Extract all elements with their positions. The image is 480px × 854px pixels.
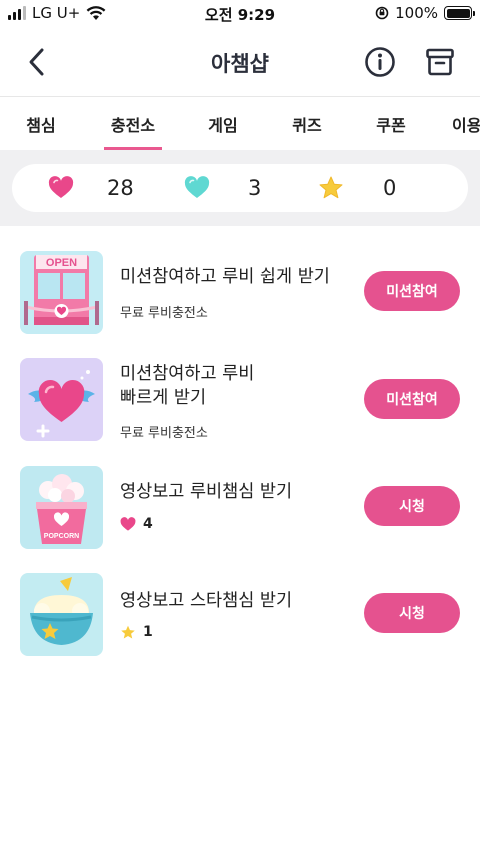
popcorn-label: POPCORN: [44, 533, 79, 540]
tab-game[interactable]: 게임: [194, 97, 252, 150]
tab-label: 게임: [208, 116, 238, 135]
tab-coupon[interactable]: 쿠폰: [362, 97, 420, 150]
storage-box-button[interactable]: [422, 44, 458, 80]
ruby-count: 28: [107, 176, 134, 200]
open-sign-text: OPEN: [46, 257, 77, 269]
archive-box-icon: [426, 48, 454, 76]
item-subtitle: 무료 루비충전소: [120, 426, 208, 441]
tab-charging-station[interactable]: 충전소: [104, 97, 162, 150]
item-title: 영상보고 루비챔심 받기: [120, 482, 293, 502]
reward: 4: [120, 516, 153, 532]
rotation-lock-icon: [375, 6, 389, 20]
mission-join-button[interactable]: 미션참여: [364, 271, 460, 311]
header: 아챔샵: [0, 28, 480, 96]
winged-heart-icon: [20, 358, 103, 441]
tab-usage[interactable]: 이용: [452, 97, 480, 150]
ruby-heart-icon: [120, 516, 136, 531]
item-title: 영상보고 스타챔심 받기: [120, 591, 293, 611]
tab-label: 쿠폰: [376, 116, 406, 135]
watch-button[interactable]: 시청: [364, 486, 460, 526]
list-item: 영상보고 스타챔심 받기 1 시청: [0, 573, 480, 681]
popcorn-icon: POPCORN: [20, 466, 103, 549]
points-area: 28 3 0: [0, 150, 480, 226]
item-subtitle: 무료 루비충전소: [120, 306, 208, 321]
tab-label: 충전소: [110, 116, 156, 135]
teal-heart-icon: [184, 176, 210, 198]
battery-label: 100%: [395, 4, 438, 22]
ruby-heart-icon: [48, 176, 74, 198]
item-title-line-2: 빠르게 받기: [120, 388, 207, 408]
tab-quiz[interactable]: 퀴즈: [278, 97, 336, 150]
heart-count: 3: [248, 176, 262, 200]
item-title: 미션참여하고 루비 쉽게 받기: [120, 267, 330, 287]
reward-amount: 1: [143, 624, 153, 640]
info-button[interactable]: [362, 44, 398, 80]
status-bar: LG U+ 오전 9:29 100%: [0, 0, 480, 28]
reward: 1: [120, 624, 153, 640]
watch-button[interactable]: 시청: [364, 593, 460, 633]
star-bowl-icon: [20, 573, 103, 656]
tab-label: 퀴즈: [292, 116, 322, 135]
reward-amount: 4: [143, 516, 153, 532]
info-icon: [365, 47, 395, 77]
item-title-line-1: 미션참여하고 루비: [120, 364, 255, 384]
star-count: 0: [383, 176, 397, 200]
category-tabs: 챔심 충전소 게임 퀴즈 쿠폰 이용: [0, 96, 480, 150]
list-item: POPCORN 영상보고 루비챔심 받기 4 시청: [0, 466, 480, 574]
tab-label: 이용: [452, 116, 480, 135]
tab-label: 챔심: [26, 116, 56, 135]
mission-join-button[interactable]: 미션참여: [364, 379, 460, 419]
points-summary: 28 3 0: [12, 164, 468, 212]
open-store-icon: OPEN: [20, 251, 103, 334]
status-right: 100%: [375, 4, 475, 22]
star-icon: [319, 176, 343, 199]
page-title: 아챔샵: [211, 52, 269, 76]
list-item: 미션참여하고 루비 빠르게 받기 무료 루비충전소 미션참여: [0, 358, 480, 466]
star-icon: [121, 625, 135, 638]
list-item: OPEN 미션참여하고 루비 쉽게 받기 무료 루비충전소 미션참여: [0, 251, 480, 359]
battery-icon: [444, 6, 475, 20]
tab-champsim[interactable]: 챔심: [10, 97, 72, 150]
